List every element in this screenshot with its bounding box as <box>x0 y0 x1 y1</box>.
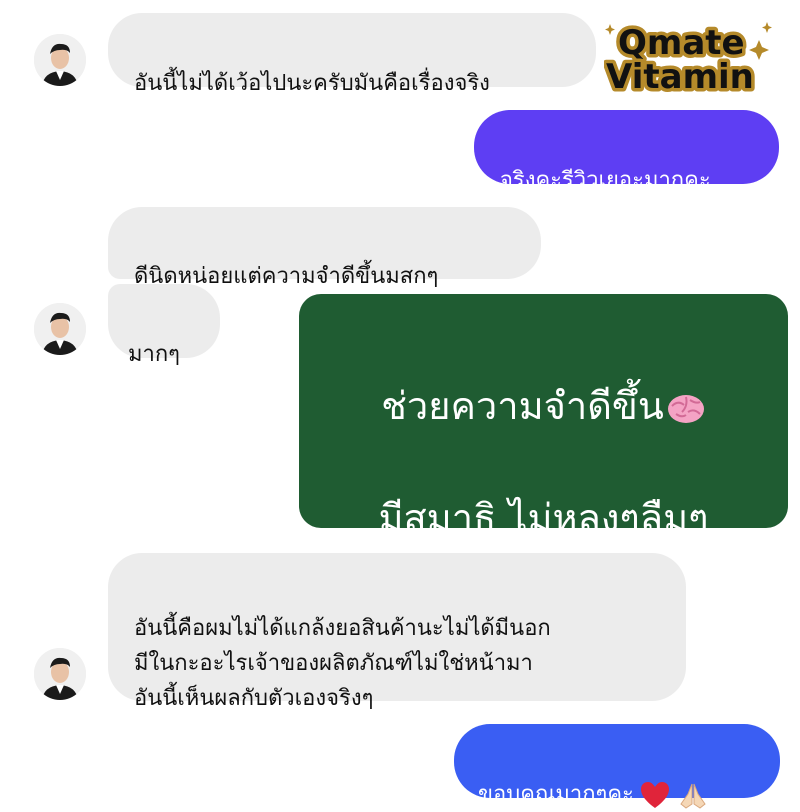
message-bubble-incoming[interactable]: อันนี้คือผมไม่ได้แกล้งยอสินค้านะไม่ได้มี… <box>108 553 686 711</box>
message-text: มากๆ <box>128 342 180 367</box>
avatar[interactable] <box>34 303 86 355</box>
promo-line1: ช่วยความจำดีขึ้น <box>309 378 778 434</box>
message-bubble-incoming[interactable]: อันนี้ไม่ได้เว้อไปนะครับมันคือเรื่องจริง <box>108 13 596 96</box>
brain-emoji-icon <box>667 394 704 423</box>
message-bubble-incoming[interactable]: ดีนิดหน่อยแต่ความจำดีขึ้นมสกๆ <box>108 207 541 289</box>
promo-card: ช่วยความจำดีขึ้น มีสมาธิ ไม่หลงๆลืมๆ เห็… <box>299 294 788 652</box>
avatar[interactable] <box>34 34 86 86</box>
message-text: อันนี้คือผมไม่ได้แกล้งยอสินค้านะไม่ได้มี… <box>134 616 551 711</box>
logo-line2: Vitamin <box>606 57 754 96</box>
message-bubble-incoming[interactable]: มากๆ <box>108 284 220 367</box>
message-bubble-outgoing[interactable]: ขอบคุณมากๆคะ <box>454 724 780 809</box>
qmate-vitamin-logo: Qmate Qmate Vitamin Vitamin <box>603 18 774 101</box>
praying-hands-emoji-icon <box>680 783 706 809</box>
promo-line2: มีสมาธิ ไม่หลงๆลืมๆ <box>378 496 709 540</box>
message-bubble-outgoing[interactable]: จริงคะรีวิวเยอะมากคะ <box>474 110 779 193</box>
message-text: ขอบคุณมากๆคะ <box>478 782 634 807</box>
heart-emoji-icon <box>640 782 669 808</box>
avatar[interactable] <box>34 648 86 700</box>
message-text: จริงคะรีวิวเยอะมากคะ <box>500 168 711 193</box>
message-text: อันนี้ไม่ได้เว้อไปนะครับมันคือเรื่องจริง <box>134 71 490 96</box>
